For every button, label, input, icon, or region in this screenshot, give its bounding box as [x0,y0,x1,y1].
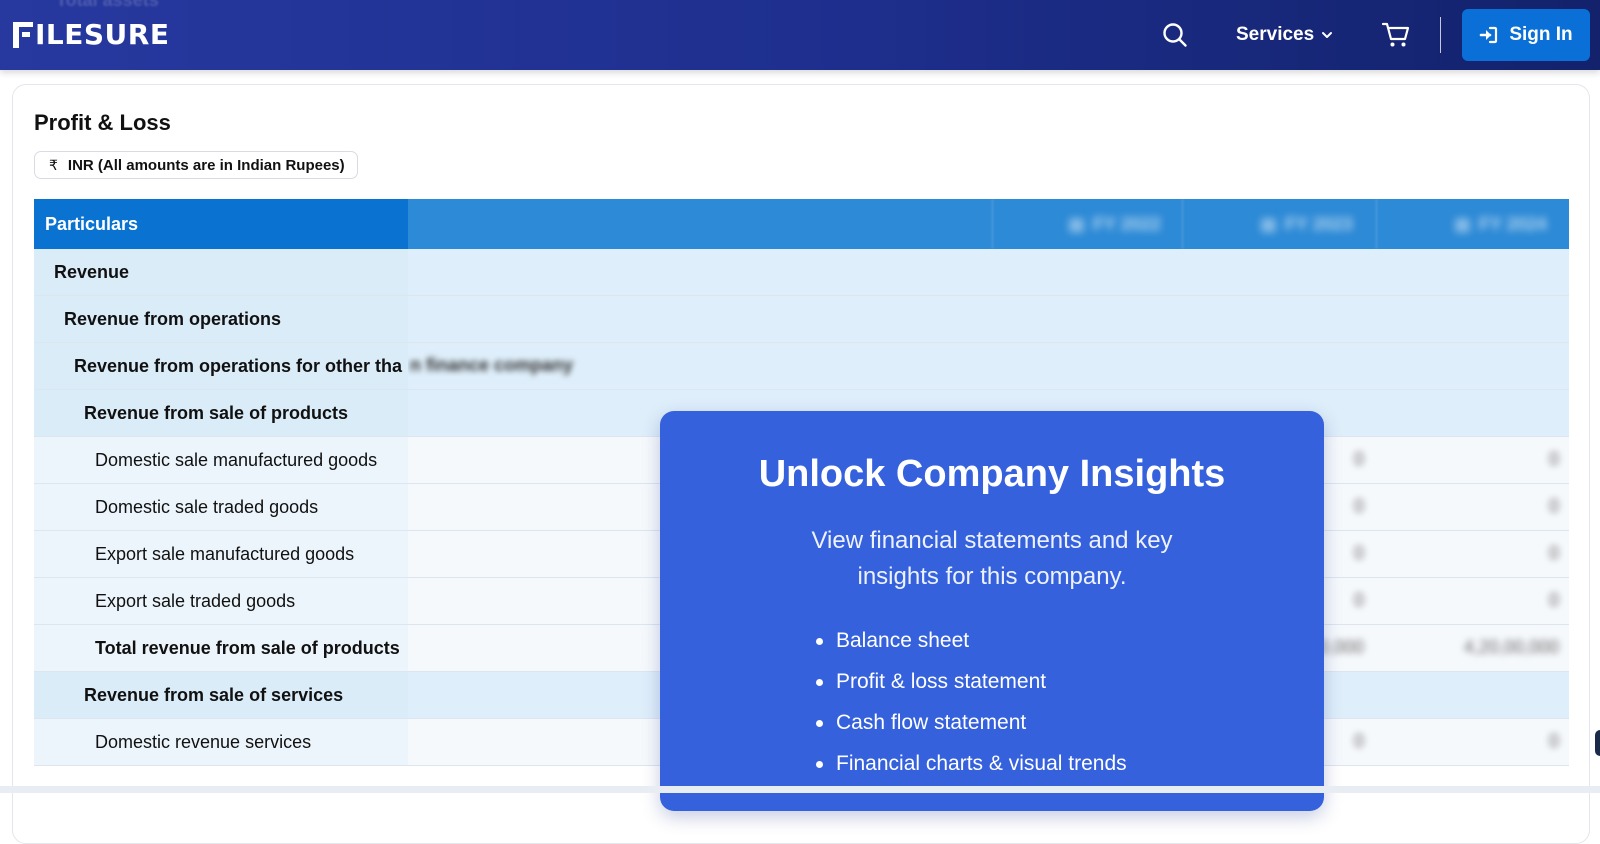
services-label: Services [1236,24,1315,45]
table-cell: 0 [1548,543,1559,563]
row-label: Export sale manufactured goods [34,531,408,577]
fy-header-label: FY 2023 [1285,213,1353,234]
fy-header: ▦ FY 2023 [1260,199,1353,249]
header-separator [1182,199,1183,249]
cart-icon[interactable] [1381,21,1411,49]
feature-item: Financial charts & visual trends [810,750,1127,791]
logo-text: ILESURE [35,18,170,51]
feature-item: Cash flow statement [810,709,1127,750]
row-label: Domestic sale manufactured goods [34,437,408,483]
horizontal-scrollbar[interactable] [0,786,1600,793]
top-navbar: Total assets ILESURE Services Sign In [0,0,1600,70]
row-label: Revenue from sale of products [34,390,408,436]
header-separator [1376,199,1377,249]
row-label: Revenue [34,249,408,295]
calendar-icon: ▦ [1260,213,1278,234]
table-cell: 0 [1548,731,1559,751]
logo-mark-icon [13,22,35,48]
ghost-scrolled-text: Total assets [56,0,159,10]
row-label: Export sale traded goods [34,578,408,624]
header-separator [992,199,993,249]
fy-header: ▦ FY 2022 [1068,199,1161,249]
row-label: Revenue from operations for other tha [34,343,408,389]
row-label: Domestic sale traded goods [34,484,408,530]
row-label: Revenue from sale of services [34,672,408,718]
currency-badge: ₹ INR (All amounts are in Indian Rupees) [34,151,358,179]
overlay-title: Unlock Company Insights [758,453,1226,495]
currency-note: INR (All amounts are in Indian Rupees) [67,156,345,174]
search-icon[interactable] [1162,22,1188,48]
table-cell: 0 [1548,449,1559,469]
row-label: Domestic revenue services [34,719,408,765]
table-cell: 0 [1548,496,1559,516]
fy-header-label: FY 2024 [1479,213,1547,234]
services-menu[interactable]: Services [1236,23,1334,47]
feature-list: Balance sheet Profit & loss statement Ca… [810,627,1127,791]
sign-in-icon [1480,26,1498,44]
sign-in-label: Sign In [1509,24,1573,45]
calendar-icon: ▦ [1068,213,1086,234]
filesure-logo[interactable]: ILESURE [13,20,169,50]
table-cell: 0 [1548,590,1559,610]
sign-in-button[interactable]: Sign In [1462,9,1590,61]
particulars-header: Particulars [34,199,408,249]
rupee-icon: ₹ [49,156,58,173]
table-cell: 4,20,00,000 [1463,637,1559,657]
overlay-subtitle: View financial statements and key insigh… [811,527,1173,590]
row-label: Revenue from operations [34,296,408,342]
row-label: Total revenue from sale of products [34,625,408,671]
header-divider [1440,17,1441,53]
chevron-down-icon [1322,32,1333,38]
calendar-icon: ▦ [1454,213,1472,234]
feature-item: Profit & loss statement [810,668,1127,709]
fy-header: ▦ FY 2024 [1454,199,1547,249]
row-label-overflow: n finance company [410,355,574,375]
feature-item: Balance sheet [810,627,1127,668]
fy-header-label: FY 2022 [1093,213,1161,234]
chat-widget-icon[interactable] [1595,730,1600,756]
page-title: Profit & Loss [34,110,171,135]
unlock-insights-overlay: Unlock Company Insights View financial s… [660,411,1324,811]
